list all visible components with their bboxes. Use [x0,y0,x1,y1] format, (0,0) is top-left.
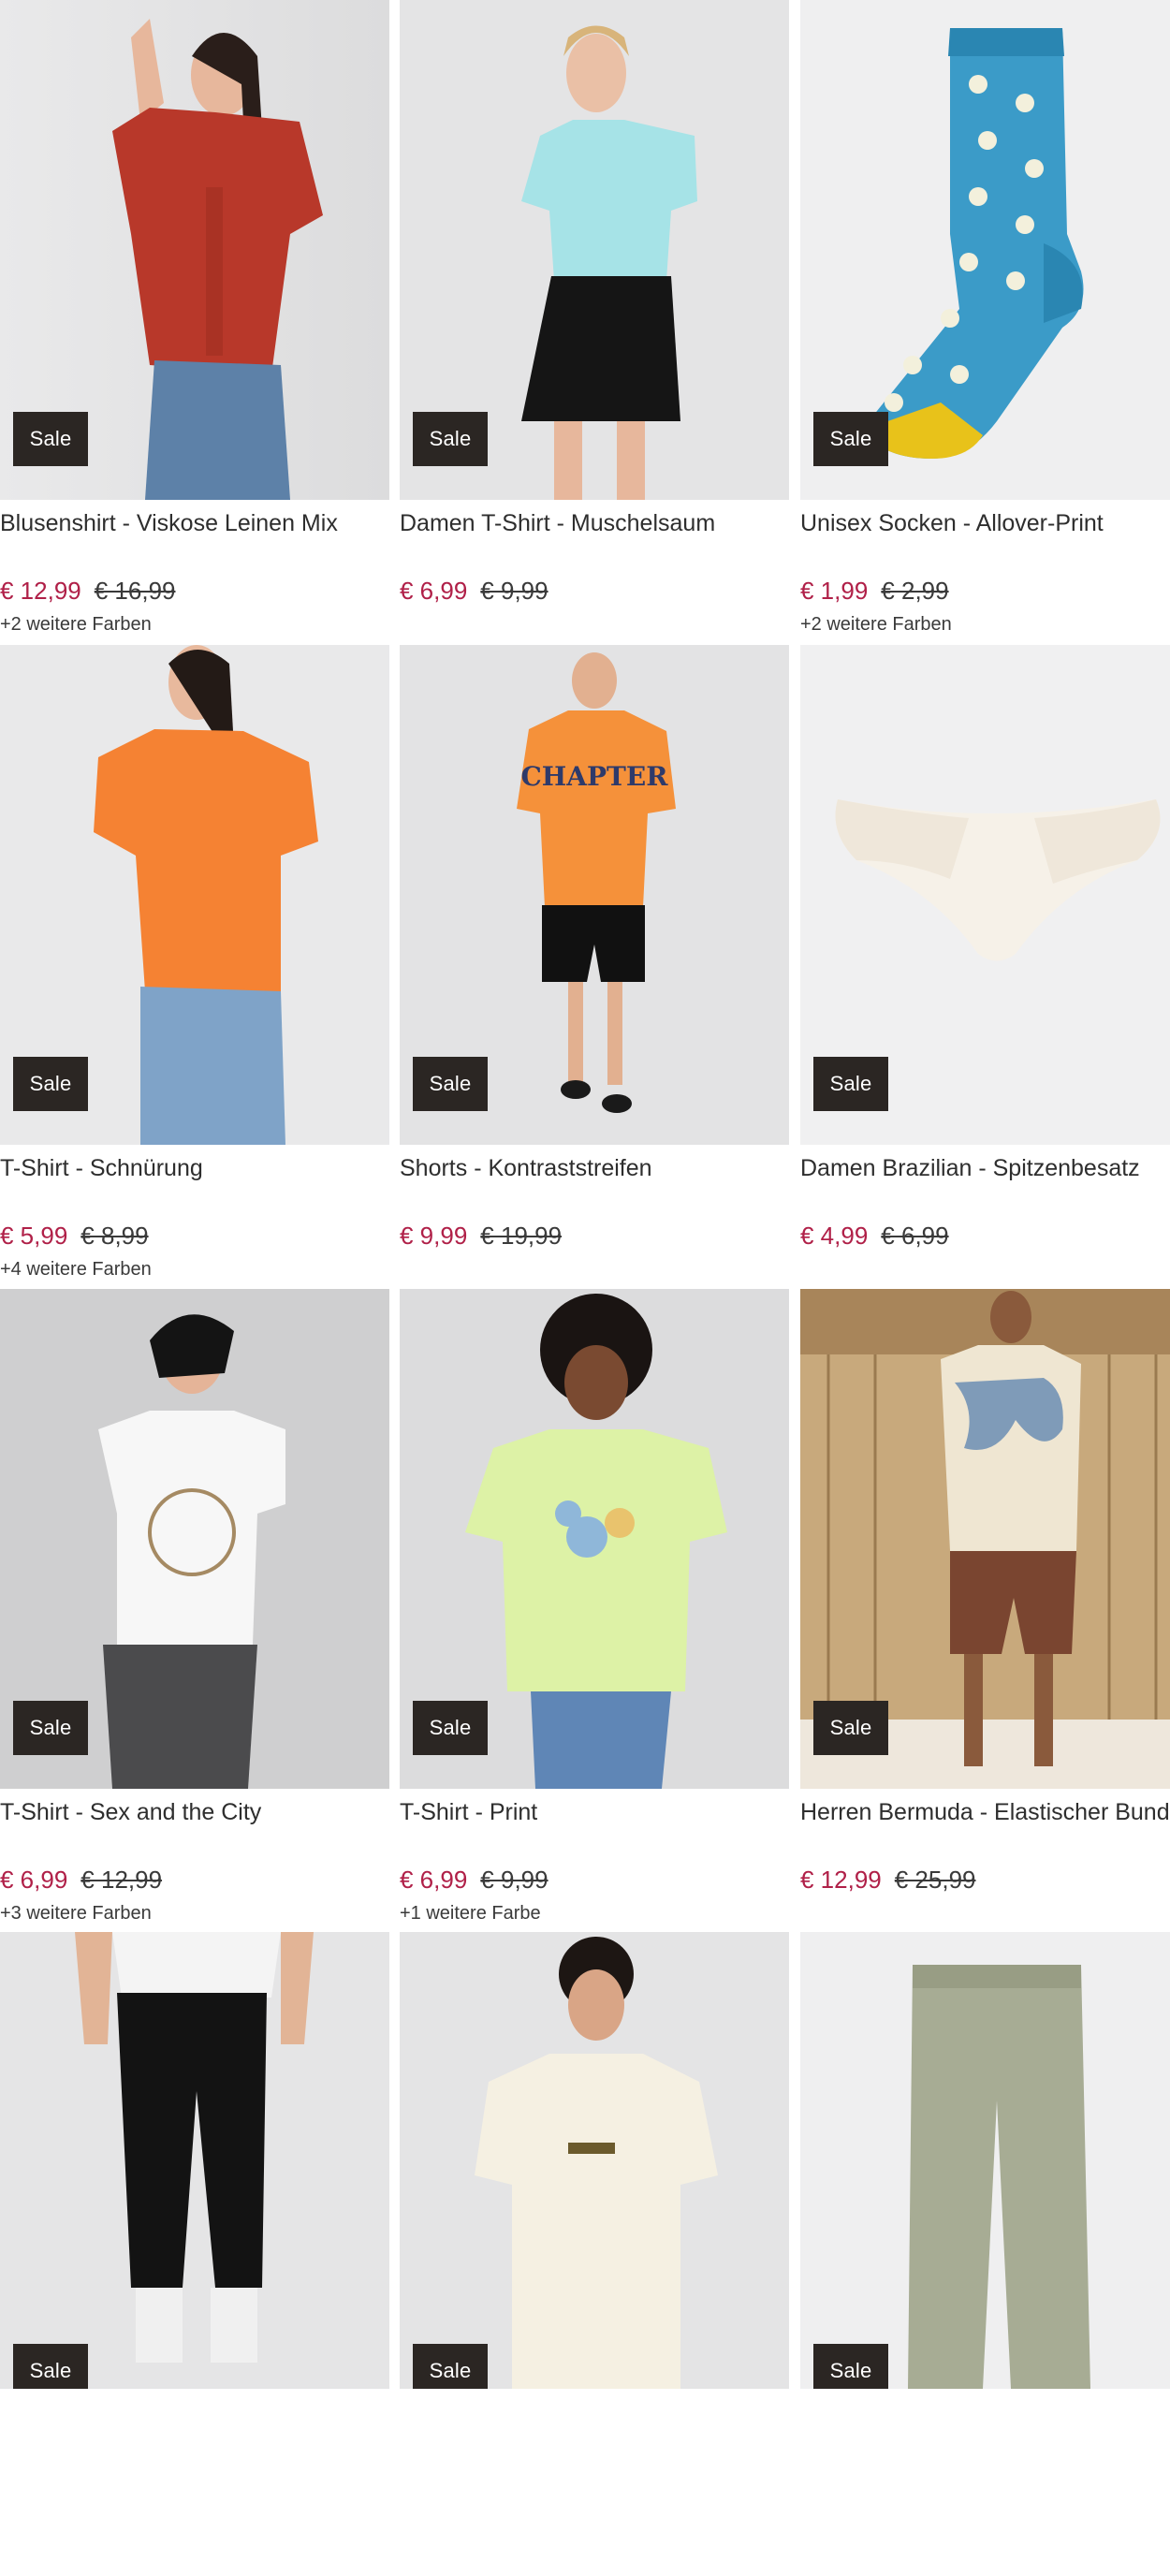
product-prices: € 6,99 € 12,99 [0,1866,162,1894]
sale-price: € 12,99 [0,577,81,605]
original-price: € 9,99 [480,1866,548,1894]
product-prices: € 1,99 € 2,99 [800,577,949,605]
product-title[interactable]: Shorts - Kontraststreifen [400,1154,789,1182]
original-price: € 6,99 [881,1222,949,1250]
more-colors-label[interactable]: +1 weitere Farbe [400,1902,541,1925]
sale-badge: Sale [13,1701,88,1755]
more-colors-label[interactable]: +3 weitere Farben [0,1902,152,1925]
product-prices: € 4,99 € 6,99 [800,1222,949,1250]
product-prices: € 12,99 € 16,99 [0,577,176,605]
product-title[interactable]: Damen T-Shirt - Muschelsaum [400,509,789,537]
original-price: € 2,99 [881,577,949,605]
product-title[interactable]: T-Shirt - Schnürung [0,1154,389,1182]
sale-badge: Sale [413,412,488,466]
sale-price: € 6,99 [0,1866,68,1894]
product-image[interactable]: Sale [0,645,389,1145]
product-image[interactable]: Sale [800,645,1170,1145]
sale-price: € 1,99 [800,577,869,605]
sale-price: € 5,99 [0,1222,68,1250]
product-card[interactable]: Sale [800,1932,1170,2576]
product-card[interactable]: CHAPTER Sale Shorts - Kontraststreifen €… [400,645,789,1289]
product-image[interactable]: Sale [0,1932,389,2389]
original-price: € 19,99 [480,1222,563,1250]
sale-price: € 4,99 [800,1222,869,1250]
original-price: € 16,99 [94,577,176,605]
product-grid: Sale Blusenshirt - Viskose Leinen Mix € … [0,0,1170,2389]
product-card[interactable]: Sale [0,1932,389,2576]
product-prices: € 12,99 € 25,99 [800,1866,976,1894]
sale-badge: Sale [813,1057,888,1111]
product-card[interactable]: Sale T-Shirt - Print € 6,99 € 9,99 +1 wei… [400,1289,789,1933]
product-title[interactable]: Blusenshirt - Viskose Leinen Mix [0,509,389,537]
sale-badge: Sale [413,2344,488,2389]
product-prices: € 9,99 € 19,99 [400,1222,562,1250]
sale-badge: Sale [13,1057,88,1111]
product-image[interactable]: Sale [800,1289,1170,1789]
product-title[interactable]: Damen Brazilian - Spitzenbesatz [800,1154,1170,1182]
product-title[interactable]: T-Shirt - Print [400,1798,789,1826]
product-card[interactable]: Sale Blusenshirt - Viskose Leinen Mix € … [0,0,389,644]
product-prices: € 6,99 € 9,99 [400,1866,548,1894]
product-card[interactable]: Sale Damen Brazilian - Spitzenbesatz € 4… [800,645,1170,1289]
sale-badge: Sale [13,2344,88,2389]
product-image[interactable]: Sale [800,1932,1170,2389]
sale-badge: Sale [813,1701,888,1755]
product-card[interactable]: Sale [400,1932,789,2576]
product-prices: € 5,99 € 8,99 [0,1222,149,1250]
sale-price: € 12,99 [800,1866,882,1894]
sale-badge: Sale [413,1701,488,1755]
sale-badge: Sale [813,412,888,466]
sale-price: € 9,99 [400,1222,468,1250]
more-colors-label[interactable]: +2 weitere Farben [0,613,152,636]
original-price: € 8,99 [80,1222,149,1250]
product-image[interactable]: Sale [800,0,1170,500]
sale-badge: Sale [813,2344,888,2389]
original-price: € 9,99 [480,577,548,605]
original-price: € 12,99 [80,1866,163,1894]
svg-text:CHAPTER: CHAPTER [521,761,669,792]
product-title[interactable]: Unisex Socken - Allover-Print [800,509,1170,537]
product-title[interactable]: T-Shirt - Sex and the City [0,1798,389,1826]
sale-badge: Sale [413,1057,488,1111]
product-image[interactable]: Sale [400,0,789,500]
product-prices: € 6,99 € 9,99 [400,577,548,605]
sale-price: € 6,99 [400,1866,468,1894]
product-card[interactable]: Sale Herren Bermuda - Elastischer Bund €… [800,1289,1170,1933]
more-colors-label[interactable]: +4 weitere Farben [0,1258,152,1281]
product-card[interactable]: Sale Unisex Socken - Allover-Print € 1,9… [800,0,1170,644]
product-title[interactable]: Herren Bermuda - Elastischer Bund [800,1798,1170,1826]
product-image[interactable]: Sale [0,0,389,500]
product-image[interactable]: CHAPTER Sale [400,645,789,1145]
product-card[interactable]: Sale T-Shirt - Schnürung € 5,99 € 8,99 +4… [0,645,389,1289]
more-colors-label[interactable]: +2 weitere Farben [800,613,952,636]
product-card[interactable]: Sale Damen T-Shirt - Muschelsaum € 6,99 €… [400,0,789,644]
product-image[interactable]: Sale [400,1932,789,2389]
product-image[interactable]: Sale [400,1289,789,1789]
sale-price: € 6,99 [400,577,468,605]
original-price: € 25,99 [894,1866,976,1894]
sale-badge: Sale [13,412,88,466]
product-image[interactable]: Sale [0,1289,389,1789]
product-card[interactable]: Sale T-Shirt - Sex and the City € 6,99 € … [0,1289,389,1933]
